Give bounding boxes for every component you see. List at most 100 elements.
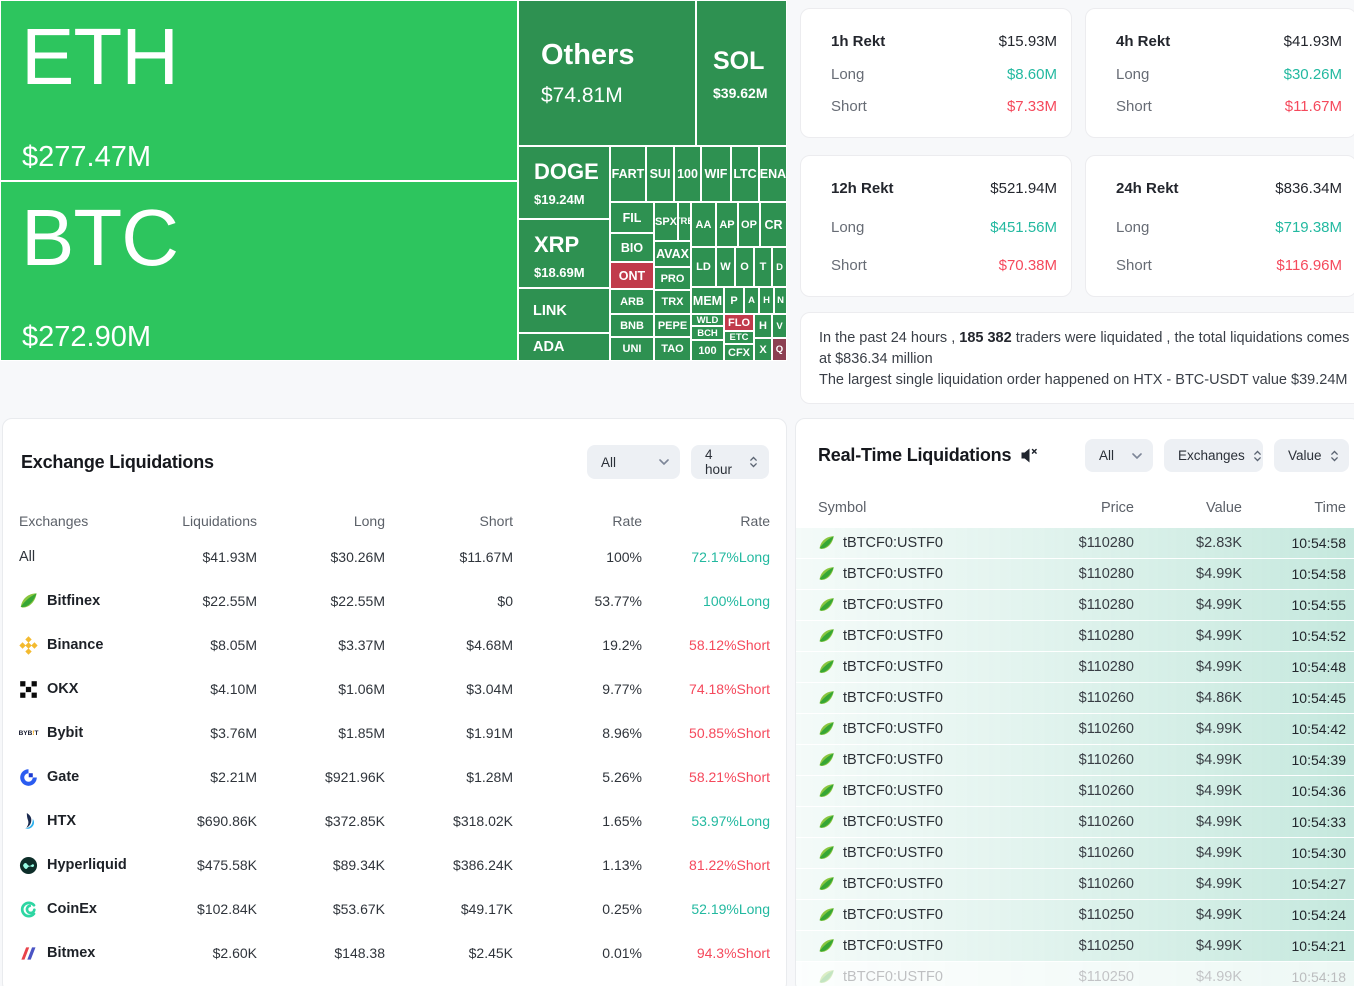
exchange-row-htx[interactable]: HTX$690.86K$372.85K$318.02K1.65%53.97%Lo… (3, 799, 786, 843)
treemap-tile-aa[interactable]: AA (691, 202, 716, 247)
treemap-tile-uni[interactable]: UNI (610, 337, 654, 361)
liquidation-row[interactable]: tBTCF0:USTF0$110260$4.99K10:54:36 (796, 776, 1354, 807)
liquidation-row[interactable]: tBTCF0:USTF0$110260$4.99K10:54:39 (796, 745, 1354, 776)
treemap-tile-op[interactable]: OP (738, 202, 760, 247)
exchange-row-binance[interactable]: Binance$8.05M$3.37M$4.68M19.2%58.12%Shor… (3, 623, 786, 667)
price-cell: $110280 (994, 659, 1134, 675)
liquidation-row[interactable]: tBTCF0:USTF0$110250$4.99K10:54:24 (796, 900, 1354, 931)
treemap-tile-n[interactable]: N (774, 287, 787, 314)
treemap-tile-ap[interactable]: AP (716, 202, 738, 247)
exchange-row-hyperliquid[interactable]: Hyperliquid$475.58K$89.34K$386.24K1.13%8… (3, 843, 786, 887)
treemap-tile-t[interactable]: T (754, 247, 772, 287)
exchange-row-bitmex[interactable]: Bitmex$2.60K$148.38$2.45K0.01%94.3%Short (3, 931, 786, 975)
symbol-cell: tBTCF0:USTF0 (818, 969, 994, 986)
exchange-scope-select[interactable]: All (587, 445, 680, 479)
treemap-tile-v[interactable]: V (772, 314, 787, 338)
treemap-tile-wld[interactable]: WLD (691, 314, 724, 326)
treemap-tile-h[interactable]: H (754, 314, 772, 338)
long-label: Long (831, 219, 864, 236)
liquidation-row[interactable]: tBTCF0:USTF0$110280$2.83K10:54:58 (796, 528, 1354, 559)
realtime-scope-select[interactable]: All (1085, 439, 1153, 472)
liquidation-row[interactable]: tBTCF0:USTF0$110260$4.99K10:54:33 (796, 807, 1354, 838)
treemap-tile-100[interactable]: 100 (691, 340, 724, 361)
value-cell: $4.99K (1134, 907, 1242, 923)
treemap-tile-bch[interactable]: BCH (691, 326, 724, 340)
treemap-tile-h[interactable]: H (759, 287, 774, 314)
liquidations-value: $41.93M (169, 549, 257, 565)
treemap-tile-bnb[interactable]: BNB (610, 314, 654, 337)
treemap-tile-ld[interactable]: LD (691, 247, 716, 287)
treemap-tile-q[interactable]: Q (772, 338, 787, 361)
tile-value: $272.90M (22, 321, 151, 354)
treemap-tile-wif[interactable]: WIF (701, 146, 731, 202)
treemap-tile-ont[interactable]: ONT (610, 262, 654, 289)
treemap-tile-fart[interactable]: FART (610, 146, 646, 202)
exchange-row-bybit[interactable]: BYB!TBybit$3.76M$1.85M$1.91M8.96%50.85%S… (3, 711, 786, 755)
liquidation-row[interactable]: tBTCF0:USTF0$110260$4.99K10:54:42 (796, 714, 1354, 745)
treemap-tile-eth[interactable]: ETH$277.47M (0, 0, 518, 181)
treemap-tile-mem[interactable]: MEM (691, 287, 724, 314)
realtime-value-select[interactable]: Value (1274, 439, 1349, 472)
treemap-tile-cfx[interactable]: CFX (724, 344, 754, 361)
treemap-tile-flo[interactable]: FLO (724, 314, 754, 331)
liquidation-row[interactable]: tBTCF0:USTF0$110280$4.99K10:54:58 (796, 559, 1354, 590)
treemap-tile-btc[interactable]: BTC$272.90M (0, 181, 518, 361)
treemap-tile-xrp[interactable]: XRP$18.69M (518, 219, 610, 288)
treemap-tile-o[interactable]: O (735, 247, 754, 287)
treemap-tile-x[interactable]: X (754, 338, 772, 361)
realtime-exchanges-select[interactable]: Exchanges (1164, 439, 1263, 472)
speaker-muted-icon[interactable] (1020, 447, 1040, 464)
liquidation-row[interactable]: tBTCF0:USTF0$110250$4.99K10:54:21 (796, 931, 1354, 962)
treemap-tile-ltc[interactable]: LTC (731, 146, 759, 202)
treemap-tile-arb[interactable]: ARB (610, 289, 654, 314)
treemap-tile-sol[interactable]: SOL$39.62M (696, 0, 787, 146)
exchange-row-coinex[interactable]: CoinEx$102.84K$53.67K$49.17K0.25%52.19%L… (3, 887, 786, 931)
column-time: Time (1242, 500, 1346, 516)
treemap-tile-ada[interactable]: ADA (518, 333, 610, 361)
treemap-tile-tao[interactable]: TAO (654, 337, 691, 361)
short-value: $7.33M (1007, 98, 1057, 115)
treemap-tile-trx[interactable]: TRX (654, 290, 691, 314)
treemap-tile-trb[interactable]: TRB (678, 202, 691, 241)
treemap-tile-d[interactable]: D (772, 247, 787, 287)
chevron-down-icon (1132, 453, 1142, 459)
treemap-tile-cr[interactable]: CR (760, 202, 787, 247)
exchange-row-gate[interactable]: Gate$2.21M$921.96K$1.28M5.26%58.21%Short (3, 755, 786, 799)
treemap-tile-doge[interactable]: DOGE$19.24M (518, 146, 610, 219)
bitmex-logo-icon (19, 944, 38, 963)
treemap-tile-a[interactable]: A (744, 287, 759, 314)
exchange-name: All (19, 549, 169, 565)
summary-line: The largest single liquidation order hap… (819, 370, 1354, 391)
tile-symbol: FLO (728, 317, 750, 329)
treemap-tile-spx[interactable]: SPX (654, 202, 678, 241)
treemap-tile-w[interactable]: W (716, 247, 735, 287)
treemap-tile-link[interactable]: LINK (518, 288, 610, 333)
treemap-tile-pepe[interactable]: PEPE (654, 314, 691, 337)
liquidation-row[interactable]: tBTCF0:USTF0$110260$4.99K10:54:30 (796, 838, 1354, 869)
tile-symbol: ONT (619, 269, 645, 283)
liquidation-row[interactable]: tBTCF0:USTF0$110250$4.99K10:54:18 (796, 962, 1354, 986)
treemap-tile-sui[interactable]: SUI (646, 146, 674, 202)
treemap-tile-p[interactable]: P (724, 287, 744, 314)
liquidation-row[interactable]: tBTCF0:USTF0$110260$4.99K10:54:27 (796, 869, 1354, 900)
exchange-row-okx[interactable]: OKX$4.10M$1.06M$3.04M9.77%74.18%Short (3, 667, 786, 711)
treemap-tile-etc[interactable]: ETC (724, 331, 754, 344)
treemap-tile-pro[interactable]: PRO (654, 267, 691, 290)
treemap-tile-bio[interactable]: BIO (610, 233, 654, 262)
treemap-tile-avax[interactable]: AVAX (654, 241, 691, 267)
price-cell: $110250 (994, 969, 1134, 985)
liquidation-row[interactable]: tBTCF0:USTF0$110260$4.86K10:54:45 (796, 683, 1354, 714)
exchange-row-all[interactable]: All$41.93M$30.26M$11.67M100%72.17%Long (3, 535, 786, 579)
treemap-tile-ena[interactable]: ENA (759, 146, 787, 202)
price-cell: $110260 (994, 845, 1134, 861)
short-label: Short (831, 257, 867, 274)
liquidation-row[interactable]: tBTCF0:USTF0$110280$4.99K10:54:52 (796, 621, 1354, 652)
liquidations-value: $475.58K (169, 857, 257, 873)
liquidation-row[interactable]: tBTCF0:USTF0$110280$4.99K10:54:55 (796, 590, 1354, 621)
treemap-tile-100[interactable]: 100 (674, 146, 701, 202)
liquidation-row[interactable]: tBTCF0:USTF0$110280$4.99K10:54:48 (796, 652, 1354, 683)
treemap-tile-others[interactable]: Others$74.81M (518, 0, 696, 146)
exchange-row-bitfinex[interactable]: Bitfinex$22.55M$22.55M$053.77%100%Long (3, 579, 786, 623)
exchange-interval-select[interactable]: 4 hour (691, 445, 769, 479)
treemap-tile-fil[interactable]: FIL (610, 202, 654, 233)
